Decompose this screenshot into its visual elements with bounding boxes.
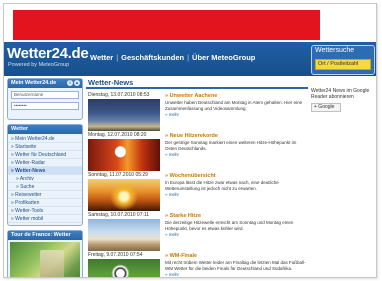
news-text: » WM-Finale Mit recht trübem Wetter leid… [165,252,306,277]
nav-title-text: Wetter [11,126,29,132]
news-date: Montag, 12.07.2010 08:20 [88,132,147,138]
nav-separator: | [116,53,119,62]
news-teaser: Der gestrige Sonntag markiert einen weit… [165,140,297,151]
top-navigation: Wetter | Geschäftskunden | Über MeteoGro… [90,53,255,62]
sidebar-nav-item[interactable]: » Wetter für Deutschland [8,151,82,159]
video-thumbnail[interactable] [10,242,80,277]
login-form: Benutzername •••••••• [8,88,82,119]
site-header: Wetter24.de Powered by MeteoGroup Wetter… [4,42,376,76]
news-headline[interactable]: » Unwetter Aachene [165,93,306,99]
google-reader-text: Wetter24 News im Google Reader abonniere… [311,88,370,100]
sidebar-nav-item[interactable]: » Reisewetter [8,191,82,199]
news-more-link[interactable]: » mehr [165,192,306,197]
logo-subtitle: Powered by MeteoGroup [8,62,70,68]
news-teaser: In Europa lässt die Hitze zwar etwas nac… [165,180,279,191]
news-item: Dienstag, 13.07.2010 08:53 » Unwetter Aa… [86,92,308,132]
news-image-football [88,259,160,277]
news-more-link[interactable]: » mehr [165,152,306,157]
username-field[interactable]: Benutzername [11,91,79,99]
left-sidebar: Mein Wetter24.de i ▴ Benutzername ••••••… [7,78,83,277]
video-box-title: Tour de France: Wetter [8,231,82,240]
news-text: » Wochenübersicht In Europa lässt die Hi… [165,172,306,197]
login-box-title: Mein Wetter24.de i ▴ [8,79,82,88]
search-title: Wettersuche [315,47,355,54]
site-logo[interactable]: Wetter24.de Powered by MeteoGroup [7,45,89,71]
sidebar-nav-list: » Mein Wetter24.de» Startseite» Wetter f… [8,134,82,225]
news-item: Sonntag, 11.07.2010 05:29 » Wochenübersi… [86,172,308,212]
news-headline[interactable]: » Starke Hitze [165,213,306,219]
news-headline[interactable]: » WM-Finale [165,253,306,259]
nav-separator: | [187,53,190,62]
news-image-beach [88,219,160,251]
news-headline[interactable]: » Neue Hitzerekorde [165,133,306,139]
sidebar-nav-item[interactable]: » Mein Wetter24.de [8,135,82,143]
news-thumb[interactable]: Montag, 12.07.2010 08:20 [88,132,160,172]
news-text: » Starke Hitze Die derzeitige Hitzewelle… [165,212,306,237]
nav-box: Wetter » Mein Wetter24.de» Startseite» W… [7,124,83,226]
page-title: Wetter-News [86,78,308,89]
news-thumb[interactable]: Freitag, 9.07.2010 07:54 [88,252,160,277]
news-headline[interactable]: » Wochenübersicht [165,173,306,179]
news-thumb[interactable]: Dienstag, 13.07.2010 08:53 [88,92,160,132]
search-input[interactable]: Ort / Postleitzahl [315,59,371,70]
sidebar-nav-item[interactable]: » Wetter-News [8,167,82,175]
news-text: » Neue Hitzerekorde Der gestrige Sonntag… [165,132,306,157]
sidebar-nav-item[interactable]: » Archiv [8,175,82,183]
ad-banner[interactable] [13,10,320,40]
sidebar-nav-item[interactable]: » Wetter-Radar [8,159,82,167]
login-box: Mein Wetter24.de i ▴ Benutzername ••••••… [7,78,83,120]
sidebar-nav-item[interactable]: » Startseite [8,143,82,151]
video-box: Tour de France: Wetter [7,230,83,277]
news-item: Freitag, 9.07.2010 07:54 » WM-Finale Mit… [86,252,308,277]
box-controls: i ▴ [67,80,80,86]
news-date: Freitag, 9.07.2010 07:54 [88,252,143,258]
sidebar-nav-item[interactable]: » Profikarten [8,199,82,207]
news-text: » Unwetter Aachene Unwetter haben Deutsc… [165,92,306,117]
news-date: Sonntag, 11.07.2010 05:29 [88,172,148,178]
news-date: Dienstag, 13.07.2010 08:53 [88,92,150,98]
news-item: Samstag, 10.07.2010 07:11 » Starke Hitze… [86,212,308,252]
right-column: Wetter24 News im Google Reader abonniere… [311,78,375,138]
weather-search-box: Wettersuche Ort / Postleitzahl [311,45,375,75]
news-thumb[interactable]: Sonntag, 11.07.2010 05:29 [88,172,160,212]
news-thumb[interactable]: Samstag, 10.07.2010 07:11 [88,212,160,252]
login-title-text: Mein Wetter24.de [11,80,57,86]
nav-meteogroup[interactable]: Über MeteoGroup [192,53,255,62]
news-teaser: Mit recht trübem Wetter leider am Finalt… [165,260,306,271]
video-title-text: Tour de France: Wetter [11,232,71,238]
sidebar-nav-item[interactable]: » Wetter mobil [8,215,82,223]
minimize-icon[interactable]: ▴ [74,80,80,86]
news-more-link[interactable]: » mehr [165,112,306,117]
sidebar-nav-item[interactable]: » Suche [8,183,82,191]
news-image-thermometer [88,139,160,171]
google-reader-button[interactable]: + Google [311,103,341,112]
news-item: Montag, 12.07.2010 08:20 » Neue Hitzerek… [86,132,308,172]
news-image-sunset [88,179,160,211]
password-field[interactable]: •••••••• [11,102,79,110]
browser-frame: Wetter24.de Powered by MeteoGroup Wetter… [3,3,377,278]
nav-box-title: Wetter [8,125,82,134]
sidebar-nav-item[interactable]: » Wetter-Tools [8,207,82,215]
news-more-link[interactable]: » mehr [165,272,306,277]
news-teaser: Die derzeitige Hitzewelle erreicht am So… [165,220,294,231]
main-content: Wetter-News Dienstag, 13.07.2010 08:53 »… [86,78,308,277]
news-teaser: Unwetter haben Deutschland am Montag in … [165,100,303,111]
info-icon[interactable]: i [67,80,73,86]
news-date: Samstag, 10.07.2010 07:11 [88,212,150,218]
news-image-storm [88,99,160,131]
news-more-link[interactable]: » mehr [165,232,306,237]
logo-text: Wetter24.de [7,45,89,62]
nav-geschaeftskunden[interactable]: Geschäftskunden [121,53,184,62]
nav-wetter[interactable]: Wetter [90,53,113,62]
